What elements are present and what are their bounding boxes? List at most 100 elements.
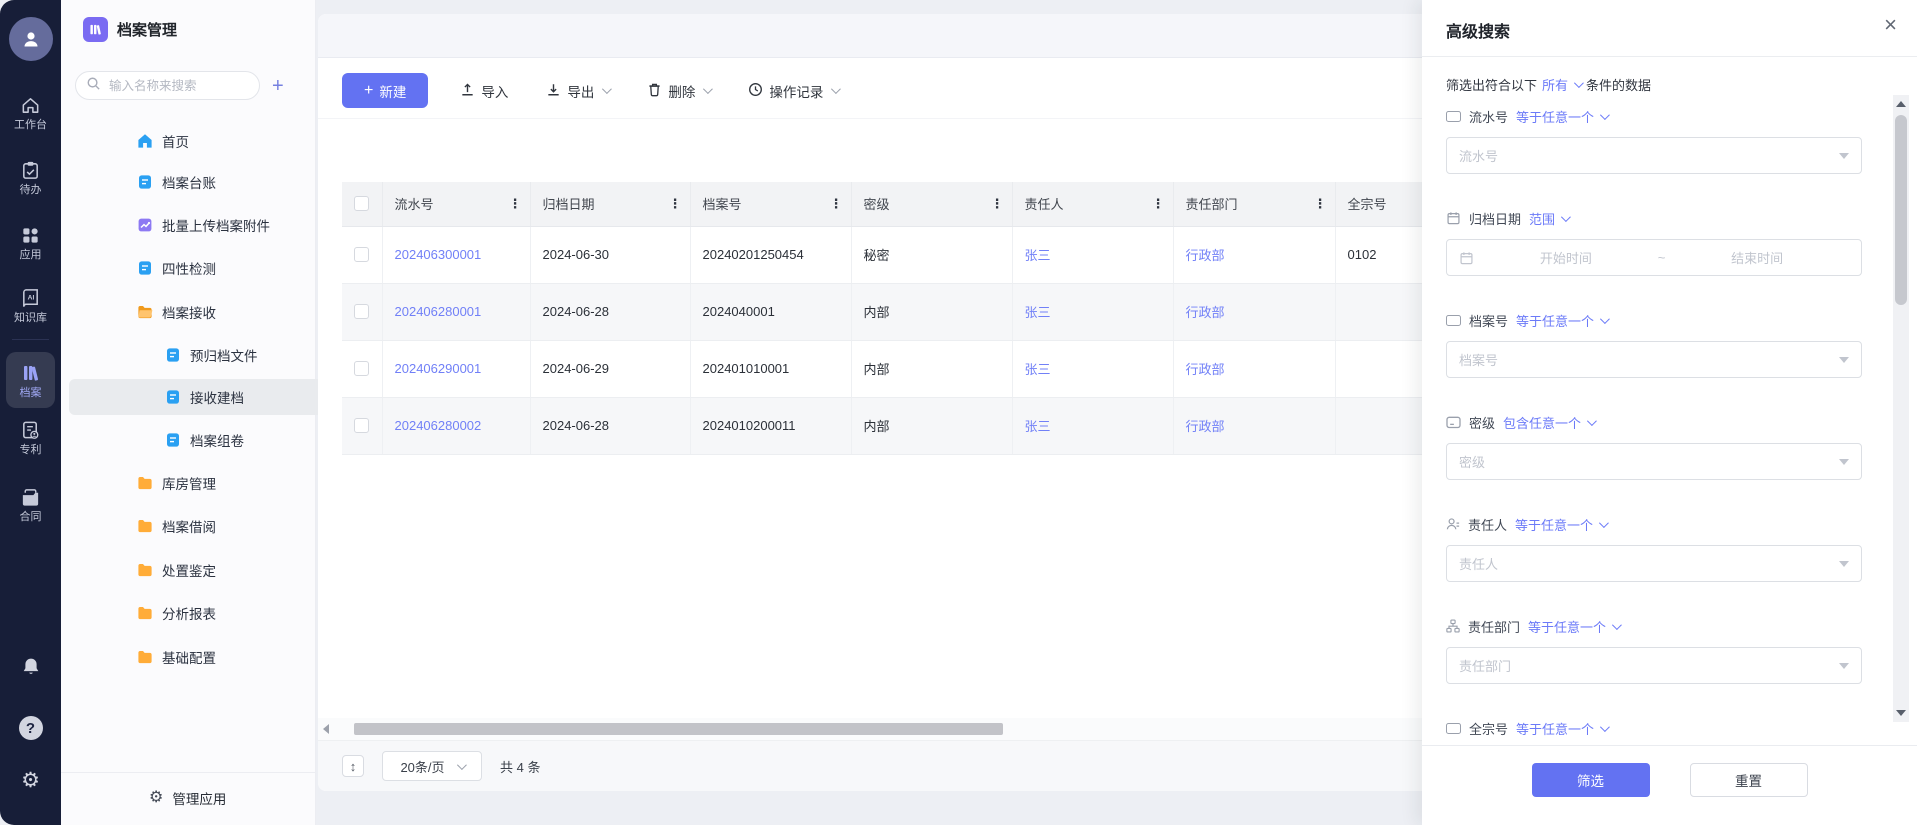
help-button[interactable]: ? bbox=[0, 716, 61, 740]
scroll-down-arrow[interactable] bbox=[1893, 706, 1909, 720]
filter-select-6[interactable]: 责任部门 bbox=[1446, 647, 1862, 684]
row-checkbox[interactable] bbox=[354, 361, 369, 376]
condition-select[interactable]: 等于任意一个 bbox=[1515, 515, 1606, 534]
row-checkbox[interactable] bbox=[354, 304, 369, 319]
search-icon bbox=[86, 76, 101, 91]
filter-button[interactable]: 筛选 bbox=[1532, 763, 1650, 797]
clock-icon bbox=[748, 82, 763, 97]
column-header-department: 责任部门⋮ bbox=[1173, 182, 1335, 226]
rail-item-contract[interactable]: 合同 bbox=[0, 487, 61, 523]
sidebar-search[interactable] bbox=[75, 71, 260, 100]
rail-item-label: 工作台 bbox=[14, 119, 47, 131]
filter-label-row-1: 流水号等于任意一个 bbox=[1446, 108, 1862, 124]
column-menu-icon[interactable]: ⋮ bbox=[1314, 196, 1327, 212]
row-checkbox[interactable] bbox=[354, 247, 369, 262]
filter-select-4[interactable]: 密级 bbox=[1446, 443, 1862, 480]
filter-select-3[interactable]: 档案号 bbox=[1446, 341, 1862, 378]
serial-link[interactable]: 202406280001 bbox=[395, 304, 482, 319]
cell-owner: 张三 bbox=[1012, 340, 1173, 397]
rail-item-label: 待办 bbox=[20, 184, 42, 196]
date-range-input[interactable]: 开始时间~结束时间 bbox=[1446, 239, 1862, 276]
doc-icon bbox=[165, 347, 181, 363]
sidebar-item-manage-apps[interactable]: ⚙ 管理应用 bbox=[149, 788, 226, 808]
sidebar-item-label: 四性检测 bbox=[162, 258, 216, 278]
column-menu-icon[interactable]: ⋮ bbox=[669, 196, 682, 212]
chevron-down-icon bbox=[703, 84, 713, 94]
sidebar-item-label: 档案借阅 bbox=[162, 516, 216, 536]
contract-icon bbox=[20, 487, 41, 508]
svg-text:AI: AI bbox=[28, 294, 35, 301]
column-menu-icon[interactable]: ⋮ bbox=[991, 196, 1004, 212]
add-menu-button[interactable]: + bbox=[272, 76, 284, 96]
delete-button[interactable]: 删除 bbox=[641, 80, 716, 102]
cell-file_no: 2024010200011 bbox=[690, 397, 851, 454]
tag-icon bbox=[1446, 416, 1461, 429]
reset-button[interactable]: 重置 bbox=[1690, 763, 1808, 797]
scroll-left-arrow[interactable] bbox=[318, 722, 334, 736]
department-link[interactable]: 行政部 bbox=[1186, 305, 1225, 320]
filter-label-row-3: 档案号等于任意一个 bbox=[1446, 312, 1862, 328]
serial-link[interactable]: 202406290001 bbox=[395, 361, 482, 376]
import-button[interactable]: 导入 bbox=[454, 80, 514, 102]
horizontal-scrollbar-thumb[interactable] bbox=[354, 723, 1003, 735]
serial-link[interactable]: 202406280002 bbox=[395, 418, 482, 433]
condition-select[interactable]: 等于任意一个 bbox=[1516, 719, 1607, 738]
intro-prefix: 筛选出符合以下 bbox=[1446, 75, 1537, 94]
select-all-checkbox[interactable] bbox=[354, 196, 369, 211]
filter-field-name: 密级 bbox=[1469, 413, 1495, 432]
operation-log-button[interactable]: 操作记录 bbox=[742, 80, 844, 102]
notifications-bell-button[interactable] bbox=[0, 656, 61, 678]
owner-link[interactable]: 张三 bbox=[1025, 248, 1051, 263]
chevron-down-icon bbox=[1600, 314, 1610, 324]
chevron-down-icon bbox=[1574, 78, 1584, 88]
condition-select[interactable]: 等于任意一个 bbox=[1516, 107, 1607, 126]
page-size-select[interactable]: 20条/页 bbox=[382, 751, 482, 781]
export-button[interactable]: 导出 bbox=[540, 80, 615, 102]
vertical-scrollbar-thumb[interactable] bbox=[1895, 115, 1907, 305]
search-input[interactable] bbox=[107, 78, 237, 94]
serial-link[interactable]: 202406300001 bbox=[395, 247, 482, 262]
column-header-archive_date: 归档日期⋮ bbox=[530, 182, 690, 226]
department-link[interactable]: 行政部 bbox=[1186, 419, 1225, 434]
table-row: 2024063000012024-06-3020240201250454秘密张三… bbox=[342, 226, 1455, 283]
sidebar-item-label: 处置鉴定 bbox=[162, 560, 216, 580]
rail-item-patent[interactable]: 专利 bbox=[0, 420, 61, 456]
match-mode-select[interactable]: 所有 bbox=[1542, 75, 1581, 94]
condition-select[interactable]: 等于任意一个 bbox=[1516, 311, 1607, 330]
scroll-up-arrow[interactable] bbox=[1893, 97, 1909, 111]
gear-icon: ⚙ bbox=[21, 770, 40, 792]
column-menu-icon[interactable]: ⋮ bbox=[830, 196, 843, 212]
filter-select-5[interactable]: 责任人 bbox=[1446, 545, 1862, 582]
column-menu-icon[interactable]: ⋮ bbox=[1152, 196, 1165, 212]
column-header-label: 责任人 bbox=[1025, 197, 1064, 212]
rail-item-archive[interactable]: 档案 bbox=[6, 352, 55, 408]
owner-link[interactable]: 张三 bbox=[1025, 305, 1051, 320]
cell-owner: 张三 bbox=[1012, 283, 1173, 340]
condition-select[interactable]: 范围 bbox=[1529, 209, 1568, 228]
row-checkbox[interactable] bbox=[354, 418, 369, 433]
avatar[interactable] bbox=[9, 17, 53, 61]
caret-down-icon bbox=[1839, 153, 1849, 159]
column-menu-icon[interactable]: ⋮ bbox=[509, 196, 522, 212]
department-link[interactable]: 行政部 bbox=[1186, 362, 1225, 377]
sidebar-item-label: 批量上传档案附件 bbox=[162, 215, 270, 235]
settings-gear-button[interactable]: ⚙ bbox=[0, 770, 61, 792]
department-link[interactable]: 行政部 bbox=[1186, 248, 1225, 263]
owner-link[interactable]: 张三 bbox=[1025, 419, 1051, 434]
panel-header: 高级搜索 × bbox=[1422, 0, 1917, 57]
rail-item-workbench[interactable]: 工作台 bbox=[0, 95, 61, 131]
chevron-down-icon bbox=[1600, 110, 1610, 120]
close-icon[interactable]: × bbox=[1884, 14, 1897, 36]
new-button[interactable]: + 新建 bbox=[342, 73, 428, 108]
condition-select[interactable]: 等于任意一个 bbox=[1528, 617, 1619, 636]
owner-link[interactable]: 张三 bbox=[1025, 362, 1051, 377]
placeholder-text: 流水号 bbox=[1459, 146, 1498, 165]
rail-item-todo[interactable]: 待办 bbox=[0, 160, 61, 196]
filter-select-1[interactable]: 流水号 bbox=[1446, 137, 1862, 174]
match-mode-value: 所有 bbox=[1542, 75, 1568, 94]
condition-select[interactable]: 包含任意一个 bbox=[1503, 413, 1594, 432]
plus-icon: + bbox=[364, 82, 373, 100]
rail-item-knowledge[interactable]: AI知识库 bbox=[0, 288, 61, 324]
rail-item-apps[interactable]: 应用 bbox=[0, 225, 61, 261]
page-jump-icon[interactable]: ↕ bbox=[342, 755, 364, 777]
